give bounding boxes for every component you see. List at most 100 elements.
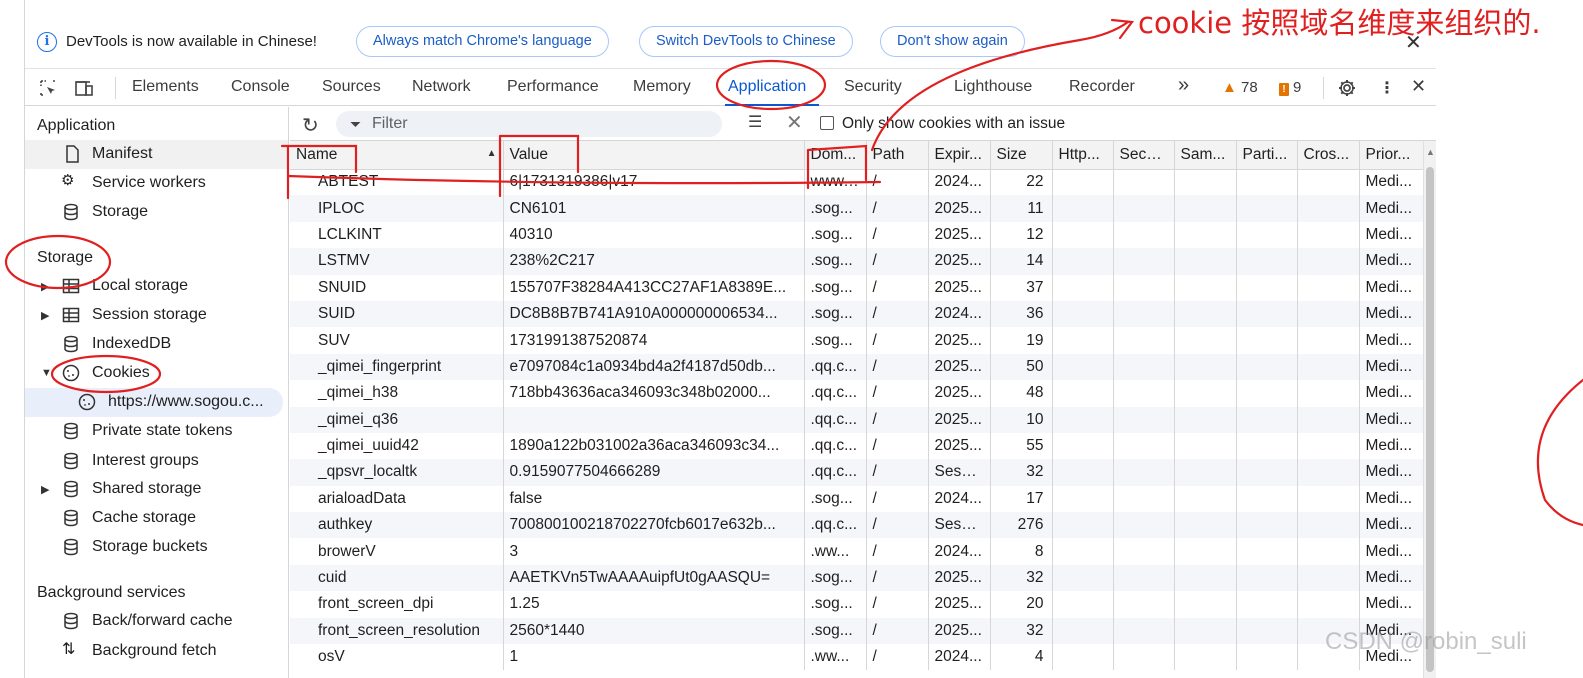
sidebar-item-storage[interactable]: Storage [25, 198, 288, 227]
tab-performance[interactable]: Performance [507, 78, 599, 96]
sidebar-item-interest-groups[interactable]: Interest groups [25, 447, 288, 476]
table-row[interactable]: browerV 3 .ww.../2024... 8 Medi... [290, 538, 1434, 565]
table-cell: 2025... [928, 274, 991, 301]
kebab-menu-icon[interactable]: ⋮ [1379, 78, 1395, 98]
table-body: ABTEST 6|1731319386|v17 www..../2024... 22 M… [290, 169, 1434, 671]
table-cell: browerV [290, 538, 504, 565]
column-header[interactable]: Secu... [1113, 141, 1175, 170]
table-cell [1236, 644, 1298, 671]
refresh-icon[interactable]: ↻ [302, 113, 319, 138]
table-row[interactable]: SNUID 155707F38284A413CC27AF1A8389E... .so… [290, 274, 1434, 301]
sidebar-item-manifest[interactable]: Manifest [25, 140, 288, 169]
checkbox-box[interactable] [820, 116, 834, 130]
expand-arrow-icon[interactable]: ▶ [41, 309, 49, 322]
table-cell [1174, 617, 1237, 645]
sidebar-item-cookie-origin[interactable]: https://www.sogou.c... [25, 388, 283, 417]
table-row[interactable]: authkey 700800100218702270fcb6017e632b...… [290, 512, 1434, 539]
inspect-element-icon[interactable] [38, 78, 58, 98]
table-row[interactable]: LCLKINT 40310 .sog.../2025... 12 Medi... [290, 221, 1434, 249]
settings-gear-icon[interactable] [1337, 78, 1357, 98]
table-row[interactable]: cuid AAETKVn5TwAAAAuipfUt0gAASQU= .sog... /… [290, 564, 1434, 592]
tab-console[interactable]: Console [231, 78, 290, 96]
column-header[interactable]: Cros... [1297, 141, 1360, 170]
sidebar-item-shared-storage[interactable]: ▶ Shared storage [25, 475, 288, 504]
table-row[interactable]: front_screen_dpi 1.25 .sog.../2025... 20 Med… [290, 591, 1434, 618]
table-row[interactable]: _qimei_fingerprint e7097084c1a0934bd4a2f4… [290, 353, 1434, 381]
table-cell: _qpsvr_localtk [290, 459, 504, 486]
column-header[interactable]: Prior... [1359, 141, 1434, 170]
table-row[interactable]: IPLOC CN6101 .sog.../2025... 11 Medi... [290, 195, 1434, 222]
sidebar-item-session-storage[interactable]: ▶ Session storage [25, 301, 288, 330]
column-header[interactable]: Parti... [1236, 141, 1298, 170]
table-row[interactable]: osV 1 .ww.../2024... 4 Medi... [290, 644, 1434, 671]
expand-arrow-icon[interactable]: ▶ [41, 483, 49, 496]
column-header[interactable]: Sam... [1174, 141, 1237, 170]
table-row[interactable]: SUID DC8B8B7B741A910A000000006534... .sog.… [290, 300, 1434, 328]
database-icon [64, 422, 78, 440]
column-header-label: Value [509, 145, 549, 163]
sidebar-item-indexeddb[interactable]: IndexedDB [25, 330, 288, 359]
tab-elements[interactable]: Elements [132, 78, 199, 96]
table-cell: 2025... [928, 195, 991, 222]
column-header[interactable]: Path [866, 141, 929, 170]
close-devtools-icon[interactable]: ✕ [1411, 76, 1426, 97]
table-cell: Medi... [1359, 459, 1434, 486]
table-row[interactable]: arialoadData false .sog.../2024... 17 Medi..… [290, 485, 1434, 513]
warnings-badge[interactable]: ▲ 78 [1222, 79, 1258, 96]
sidebar-item-private-state-tokens[interactable]: Private state tokens [25, 417, 288, 446]
table-row[interactable]: LSTMV 238%2C217 .sog.../2025... 14 Medi... [290, 248, 1434, 275]
sidebar-item-cache-storage[interactable]: Cache storage [25, 504, 288, 533]
sidebar-item-label: Cookies [92, 364, 150, 381]
tab-memory[interactable]: Memory [633, 78, 691, 96]
column-header[interactable]: Http... [1052, 141, 1114, 170]
table-row[interactable]: front_screen_resolution 2560*1440 .sog... /… [290, 617, 1434, 645]
table-cell: Medi... [1359, 406, 1434, 433]
table-scrollbar[interactable]: ▲ [1423, 141, 1436, 678]
table-row[interactable]: _qimei_q36 .qq.c.../2025... 10 Medi... [290, 406, 1434, 433]
match-language-button[interactable]: Always match Chrome's language [356, 26, 609, 57]
table-row[interactable]: _qpsvr_localtk 0.9159077504666289 .qq.c...… [290, 459, 1434, 486]
expand-arrow-icon[interactable]: ▶ [41, 280, 49, 293]
device-toolbar-icon[interactable] [74, 78, 94, 98]
column-header[interactable]: Name ▲ [290, 141, 504, 170]
tab-security[interactable]: Security [844, 78, 902, 96]
table-row[interactable]: ABTEST 6|1731319386|v17 www..../2024... 22 M… [290, 169, 1434, 196]
delete-selected-icon[interactable]: ✕ [786, 110, 803, 135]
table-cell: Medi... [1359, 327, 1434, 354]
filter-input[interactable] [372, 114, 702, 134]
tab-sources[interactable]: Sources [322, 78, 381, 96]
sidebar-item-bfcache[interactable]: Back/forward cache [25, 607, 288, 636]
errors-badge[interactable]: ! 9 [1279, 79, 1301, 96]
column-header[interactable]: Size [990, 141, 1053, 170]
column-header[interactable]: Dom... [804, 141, 867, 170]
sidebar-item-storage-buckets[interactable]: Storage buckets [25, 533, 288, 562]
scrollbar-thumb[interactable] [1426, 167, 1434, 672]
sidebar-item-background-fetch[interactable]: ⇅ Background fetch [25, 637, 288, 666]
sidebar-item-cookies[interactable]: ▼ Cookies [25, 359, 288, 388]
tab-application[interactable]: Application [728, 78, 806, 96]
cookie-icon [78, 393, 96, 411]
clear-all-cookies-icon[interactable]: ☰ [748, 112, 762, 132]
collapse-arrow-icon[interactable]: ▼ [41, 367, 52, 379]
column-header[interactable]: Value [503, 141, 805, 170]
table-cell: authkey [290, 512, 504, 539]
more-tabs-button[interactable]: » [1178, 74, 1189, 97]
table-cell: .qq.c... [804, 353, 867, 381]
table-cell: 20 [990, 591, 1053, 618]
table-row[interactable]: _qimei_uuid42 1890a122b031002a36aca346093… [290, 432, 1434, 460]
tab-recorder[interactable]: Recorder [1069, 78, 1135, 96]
up-down-arrows-icon: ⇅ [62, 641, 76, 658]
scroll-up-arrow-icon[interactable]: ▲ [1426, 147, 1435, 157]
switch-language-button[interactable]: Switch DevTools to Chinese [639, 26, 853, 57]
tab-network[interactable]: Network [412, 78, 471, 96]
tab-lighthouse[interactable]: Lighthouse [954, 78, 1032, 96]
sidebar-item-local-storage[interactable]: ▶ Local storage [25, 272, 288, 301]
table-row[interactable]: _qimei_h38 718bb43636aca346093c348b02000.… [290, 380, 1434, 407]
dont-show-again-button[interactable]: Don't show again [880, 26, 1025, 57]
table-row[interactable]: SUV 1731991387520874 .sog.../2025... 19 Medi… [290, 327, 1434, 354]
table-header-row: Name ▲ Value Dom... Path Expir... Size Http... S… [290, 141, 1434, 170]
only-issues-checkbox[interactable]: Only show cookies with an issue [820, 115, 1065, 133]
filter-box[interactable]: ⏷ [336, 111, 722, 137]
column-header[interactable]: Expir... [928, 141, 991, 170]
sidebar-item-service-workers[interactable]: ⚙ Service workers [25, 169, 288, 198]
